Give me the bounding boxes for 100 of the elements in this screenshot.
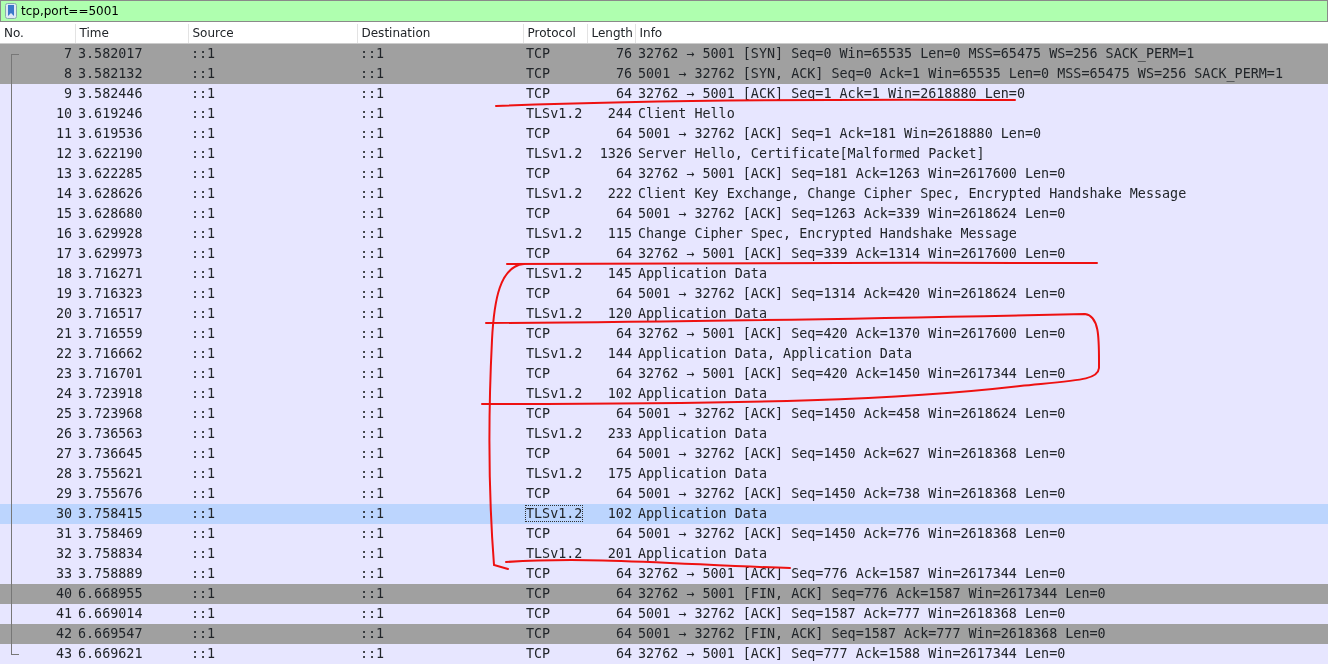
source-address: ::1 xyxy=(191,185,216,201)
protocol-name: TLSv1.2 xyxy=(526,425,583,441)
protocol-name: TCP xyxy=(526,45,551,61)
packet-row[interactable]: 28 3.755621 ::1 ::1 TLSv1.2 175 Application Data xyxy=(0,463,1328,484)
packet-info: 5001 → 32762 [ACK] Seq=1450 Ack=776 Win=2618368 Len=0 xyxy=(638,525,1066,541)
source-address: ::1 xyxy=(191,265,216,281)
packet-time: 6.669547 xyxy=(78,625,143,641)
packet-number: 24 xyxy=(55,385,72,401)
packet-length: 64 xyxy=(615,605,632,621)
packet-row[interactable]: 29 3.755676 ::1 ::1 TCP 64 5001 → 32762 [ACK] Seq=1450 Ack=738 Win=2618368 Len=0 xyxy=(0,483,1328,504)
bookmark-icon[interactable] xyxy=(5,3,17,19)
packet-row[interactable]: 43 6.669621 ::1 ::1 TCP 64 32762 → 5001 [ACK] Seq=777 Ack=1588 Win=2617344 Len=0 xyxy=(0,643,1328,664)
destination-address: ::1 xyxy=(360,105,385,121)
packet-number: 14 xyxy=(55,185,72,201)
protocol-name: TCP xyxy=(526,565,551,581)
packet-time: 3.755676 xyxy=(78,485,143,501)
packet-row[interactable]: 7 3.582017 ::1 ::1 TCP 76 32762 → 5001 [SYN] Seq=0 Win=65535 Len=0 MSS=65475 WS=256 SACK_PERM=1 xyxy=(0,43,1328,64)
packet-number: 7 xyxy=(63,45,72,61)
packet-row[interactable]: 13 3.622285 ::1 ::1 TCP 64 32762 → 5001 [ACK] Seq=181 Ack=1263 Win=2617600 Len=0 xyxy=(0,163,1328,184)
info-header[interactable]: Info xyxy=(635,24,1328,43)
packet-length: 64 xyxy=(615,125,632,141)
packet-length: 64 xyxy=(615,645,632,661)
packet-time: 3.622190 xyxy=(78,145,143,161)
packet-row[interactable]: 21 3.716559 ::1 ::1 TCP 64 32762 → 5001 [ACK] Seq=420 Ack=1370 Win=2617600 Len=0 xyxy=(0,323,1328,344)
destination-header[interactable]: Destination xyxy=(357,24,523,43)
packet-length: 64 xyxy=(615,205,632,221)
packet-number: 22 xyxy=(55,345,72,361)
packet-row[interactable]: 12 3.622190 ::1 ::1 TLSv1.2 1326 Server Hello, Certificate[Malformed Packet] xyxy=(0,143,1328,164)
source-address: ::1 xyxy=(191,505,216,521)
protocol-name: TLSv1.2 xyxy=(526,385,583,401)
packet-number: 27 xyxy=(55,445,72,461)
packet-length: 1326 xyxy=(599,145,632,161)
packet-info: Server Hello, Certificate[Malformed Packet] xyxy=(638,145,985,161)
packet-row[interactable]: 25 3.723968 ::1 ::1 TCP 64 5001 → 32762 [ACK] Seq=1450 Ack=458 Win=2618624 Len=0 xyxy=(0,403,1328,424)
protocol-name: TLSv1.2 xyxy=(526,105,583,121)
source-address: ::1 xyxy=(191,305,216,321)
packet-number: 21 xyxy=(55,325,72,341)
packet-row[interactable]: 40 6.668955 ::1 ::1 TCP 64 32762 → 5001 [FIN, ACK] Seq=776 Ack=1587 Win=2617344 Len=0 xyxy=(0,583,1328,604)
length-header[interactable]: Length xyxy=(587,24,635,43)
packet-row[interactable]: 26 3.736563 ::1 ::1 TLSv1.2 233 Application Data xyxy=(0,423,1328,444)
destination-address: ::1 xyxy=(360,585,385,601)
packet-row[interactable]: 8 3.582132 ::1 ::1 TCP 76 5001 → 32762 [SYN, ACK] Seq=0 Ack=1 Win=65535 Len=0 MSS=65475 WS=256 SACK_PERM=1 xyxy=(0,63,1328,84)
packet-row[interactable]: 30 3.758415 ::1 ::1 TLSv1.2 102 Application Data xyxy=(0,503,1328,524)
protocol-name: TCP xyxy=(526,645,551,661)
packet-row[interactable]: 41 6.669014 ::1 ::1 TCP 64 5001 → 32762 [ACK] Seq=1587 Ack=777 Win=2618368 Len=0 xyxy=(0,603,1328,624)
packet-row[interactable]: 15 3.628680 ::1 ::1 TCP 64 5001 → 32762 [ACK] Seq=1263 Ack=339 Win=2618624 Len=0 xyxy=(0,203,1328,224)
packet-time: 6.669621 xyxy=(78,645,143,661)
destination-address: ::1 xyxy=(360,85,385,101)
destination-address: ::1 xyxy=(360,245,385,261)
packet-row[interactable]: 17 3.629973 ::1 ::1 TCP 64 32762 → 5001 [ACK] Seq=339 Ack=1314 Win=2617600 Len=0 xyxy=(0,243,1328,264)
packet-number: 16 xyxy=(55,225,72,241)
packet-time: 3.716517 xyxy=(78,305,143,321)
protocol-name: TCP xyxy=(526,525,551,541)
source-address: ::1 xyxy=(191,365,216,381)
source-address: ::1 xyxy=(191,485,216,501)
source-address: ::1 xyxy=(191,245,216,261)
protocol-name: TLSv1.2 xyxy=(526,505,583,521)
packet-row[interactable]: 27 3.736645 ::1 ::1 TCP 64 5001 → 32762 [ACK] Seq=1450 Ack=627 Win=2618368 Len=0 xyxy=(0,443,1328,464)
packet-time: 3.736563 xyxy=(78,425,143,441)
packet-info: 5001 → 32762 [SYN, ACK] Seq=0 Ack=1 Win=65535 Len=0 MSS=65475 WS=256 SACK_PERM=1 xyxy=(638,65,1283,81)
destination-address: ::1 xyxy=(360,265,385,281)
packet-length: 64 xyxy=(615,445,632,461)
packet-row[interactable]: 16 3.629928 ::1 ::1 TLSv1.2 115 Change Cipher Spec, Encrypted Handshake Message xyxy=(0,223,1328,244)
source-address: ::1 xyxy=(191,205,216,221)
packet-info: Application Data xyxy=(638,545,767,561)
source-header[interactable]: Source xyxy=(188,24,357,43)
packet-info: 32762 → 5001 [ACK] Seq=776 Ack=1587 Win=2617344 Len=0 xyxy=(638,565,1066,581)
protocol-name: TLSv1.2 xyxy=(526,545,583,561)
packet-length: 144 xyxy=(607,345,632,361)
packet-row[interactable]: 42 6.669547 ::1 ::1 TCP 64 5001 → 32762 [FIN, ACK] Seq=1587 Ack=777 Win=2618368 Len=0 xyxy=(0,623,1328,644)
packet-number: 13 xyxy=(55,165,72,181)
packet-time: 3.716662 xyxy=(78,345,143,361)
packet-length: 64 xyxy=(615,325,632,341)
protocol-name: TCP xyxy=(526,625,551,641)
destination-address: ::1 xyxy=(360,125,385,141)
packet-length: 64 xyxy=(615,85,632,101)
protocol-name: TLSv1.2 xyxy=(526,305,583,321)
packet-row[interactable]: 19 3.716323 ::1 ::1 TCP 64 5001 → 32762 [ACK] Seq=1314 Ack=420 Win=2618624 Len=0 xyxy=(0,283,1328,304)
packet-length: 244 xyxy=(607,105,632,121)
packet-row[interactable]: 31 3.758469 ::1 ::1 TCP 64 5001 → 32762 [ACK] Seq=1450 Ack=776 Win=2618368 Len=0 xyxy=(0,523,1328,544)
packet-time: 3.723968 xyxy=(78,405,143,421)
packet-info: 32762 → 5001 [ACK] Seq=777 Ack=1588 Win=2617344 Len=0 xyxy=(638,645,1066,661)
packet-time: 3.716701 xyxy=(78,365,143,381)
number-header[interactable]: No. xyxy=(0,24,75,43)
packet-time: 3.619246 xyxy=(78,105,143,121)
packet-length: 64 xyxy=(615,565,632,581)
packet-info: 32762 → 5001 [ACK] Seq=420 Ack=1450 Win=2617344 Len=0 xyxy=(638,365,1066,381)
packet-row[interactable]: 18 3.716271 ::1 ::1 TLSv1.2 145 Application Data xyxy=(0,263,1328,284)
source-address: ::1 xyxy=(191,525,216,541)
packet-row[interactable]: 14 3.628626 ::1 ::1 TLSv1.2 222 Client Key Exchange, Change Cipher Spec, Encrypted Handshake Message xyxy=(0,183,1328,204)
packet-time: 3.716323 xyxy=(78,285,143,301)
packet-time: 6.669014 xyxy=(78,605,143,621)
packet-row[interactable]: 22 3.716662 ::1 ::1 TLSv1.2 144 Application Data, Application Data xyxy=(0,343,1328,364)
packet-length: 145 xyxy=(607,265,632,281)
packet-length: 64 xyxy=(615,485,632,501)
packet-row[interactable]: 10 3.619246 ::1 ::1 TLSv1.2 244 Client Hello xyxy=(0,103,1328,124)
time-header[interactable]: Time xyxy=(75,24,188,43)
packet-row[interactable]: 11 3.619536 ::1 ::1 TCP 64 5001 → 32762 [ACK] Seq=1 Ack=181 Win=2618880 Len=0 xyxy=(0,123,1328,144)
protocol-header[interactable]: Protocol xyxy=(523,24,587,43)
packet-length: 64 xyxy=(615,525,632,541)
